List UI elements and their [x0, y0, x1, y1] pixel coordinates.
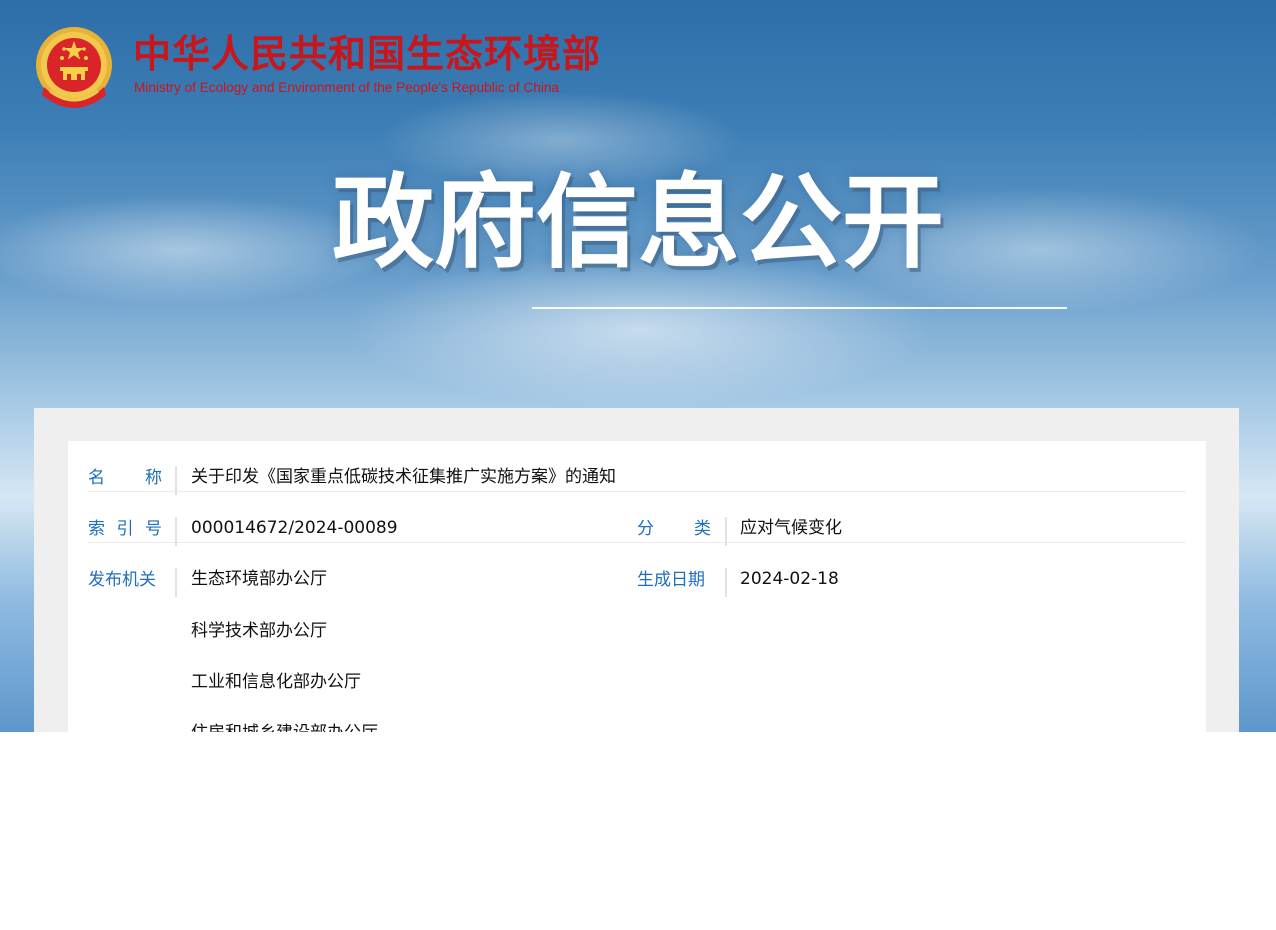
category-label-char-1: 分	[637, 519, 654, 539]
page-viewport: 中华人民共和国生态环境部 Ministry of Ecology and Env…	[0, 0, 1276, 732]
info-row-name: 名称 关于印发《国家重点低碳技术征集推广实施方案》的通知	[88, 441, 1186, 495]
hero-title: 政府信息公开	[332, 164, 944, 283]
category-label-char-2: 类	[694, 519, 711, 539]
ministry-name-en[interactable]: Ministry of Ecology and Environment of t…	[134, 79, 559, 97]
issuer-value-4: 住房和城乡建设部办公厅	[191, 720, 378, 732]
index-label-char-1: 索	[88, 519, 105, 539]
issuer-value-2: 科学技术部办公厅	[191, 621, 327, 641]
name-label: 名称	[88, 465, 162, 491]
category-label: 分类	[637, 516, 711, 542]
name-label-char-1: 名	[88, 468, 105, 488]
index-number: 000014672/2024-00089	[191, 518, 398, 538]
issuer-separator	[175, 568, 177, 597]
issuer-value-3: 工业和信息化部办公厅	[191, 672, 361, 692]
index-label: 索引号	[88, 516, 162, 542]
category-value: 应对气候变化	[740, 518, 842, 538]
index-separator	[175, 517, 177, 546]
name-separator	[175, 466, 177, 495]
ministry-name-cn[interactable]: 中华人民共和国生态环境部	[133, 33, 601, 77]
index-label-char-2: 引	[116, 519, 134, 539]
date-label: 生成日期	[637, 570, 705, 590]
category-separator	[725, 517, 727, 546]
index-label-char-3: 号	[145, 519, 162, 539]
info-row-index: 索引号 000014672/2024-00089 分类 应对气候变化	[88, 492, 1186, 546]
info-row-issuer: 发布机关 生态环境部办公厅 生成日期 2024-02-18	[88, 543, 1186, 597]
issuer-label: 发布机关	[88, 570, 156, 590]
name-label-char-2: 称	[145, 468, 162, 488]
issuer-value-1: 生态环境部办公厅	[191, 569, 327, 589]
document-title: 关于印发《国家重点低碳技术征集推广实施方案》的通知	[191, 467, 616, 487]
hero-underline	[532, 307, 1067, 309]
national-emblem-icon[interactable]	[34, 25, 114, 111]
date-separator	[725, 568, 727, 597]
date-value: 2024-02-18	[740, 569, 839, 589]
